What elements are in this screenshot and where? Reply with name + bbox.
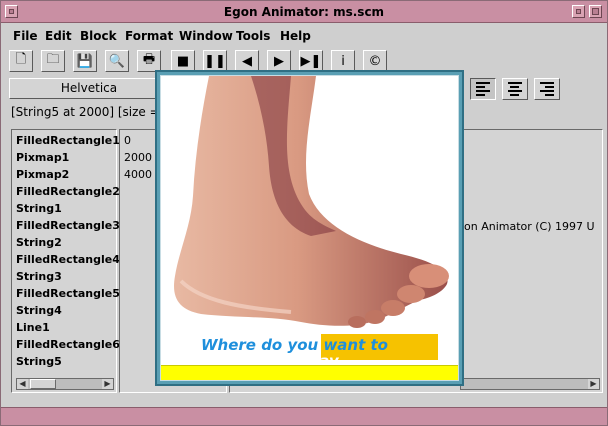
object-list-item[interactable]: String1 bbox=[16, 202, 120, 219]
window-title: Egon Animator: ms.scm bbox=[223, 5, 385, 19]
preview-canvas: Where do you want to today bbox=[160, 75, 459, 381]
align-center-icon[interactable] bbox=[502, 78, 528, 100]
object-list-item[interactable]: String2 bbox=[16, 236, 120, 253]
title-bar[interactable]: Egon Animator: ms.scm bbox=[1, 1, 607, 23]
window-bottom-edge bbox=[3, 395, 605, 407]
open-folder-icon[interactable]: 🗀 bbox=[41, 50, 65, 72]
object-time-list: 0 2000 4000 bbox=[124, 134, 152, 185]
menu-tools[interactable]: Tools bbox=[236, 29, 270, 43]
object-time-item[interactable]: 4000 bbox=[124, 168, 152, 185]
scroll-right-arrow-icon[interactable]: ▶ bbox=[588, 379, 599, 389]
fast-forward-icon[interactable]: ▶❚ bbox=[299, 50, 323, 72]
pause-icon[interactable]: ❚❚ bbox=[203, 50, 227, 72]
new-file-icon[interactable]: 🗋 bbox=[9, 50, 33, 72]
application-window: Egon Animator: ms.scm File Edit Block Fo… bbox=[0, 0, 608, 426]
object-list-item[interactable]: FilledRectangle1 bbox=[16, 134, 120, 151]
preview-zoom-icon[interactable]: 🔍 bbox=[105, 50, 129, 72]
object-list-panel: FilledRectangle1 Pixmap1 Pixmap2 FilledRect… bbox=[11, 129, 120, 393]
align-right-icon[interactable] bbox=[534, 78, 560, 100]
menu-block[interactable]: Block bbox=[80, 29, 117, 43]
object-list-item[interactable]: FilledRectangle2 bbox=[16, 185, 120, 202]
play-icon[interactable]: ▶ bbox=[267, 50, 291, 72]
menu-edit[interactable]: Edit bbox=[45, 29, 72, 43]
object-list-item[interactable]: Pixmap2 bbox=[16, 168, 120, 185]
menu-window[interactable]: Window bbox=[179, 29, 233, 43]
menu-help[interactable]: Help bbox=[280, 29, 311, 43]
scroll-right-arrow-icon[interactable]: ▶ bbox=[102, 379, 113, 389]
font-select-button[interactable]: Helvetica bbox=[9, 78, 169, 99]
info-icon[interactable]: i bbox=[331, 50, 355, 72]
save-icon[interactable]: 💾 bbox=[73, 50, 97, 72]
status-line: [String5 at 2000] [size = 3 bbox=[11, 105, 172, 119]
properties-text: on Animator (C) 1997 U bbox=[464, 220, 595, 233]
minimize-button[interactable] bbox=[572, 5, 585, 18]
preview-yellow-bar bbox=[161, 365, 458, 380]
align-left-icon[interactable] bbox=[470, 78, 496, 100]
object-list-item[interactable]: FilledRectangle5 bbox=[16, 287, 120, 304]
print-icon[interactable]: 🖶 bbox=[137, 50, 161, 72]
maximize-button[interactable] bbox=[589, 5, 602, 18]
object-list-item[interactable]: Line1 bbox=[16, 321, 120, 338]
object-time-item[interactable]: 0 bbox=[124, 134, 152, 151]
copyright-icon[interactable]: © bbox=[363, 50, 387, 72]
preview-window[interactable]: Where do you want to today bbox=[155, 70, 464, 386]
window-resize-border[interactable] bbox=[1, 407, 607, 425]
object-list-item[interactable]: String3 bbox=[16, 270, 120, 287]
object-list-item[interactable]: FilledRectangle4 bbox=[16, 253, 120, 270]
object-list-item[interactable]: String4 bbox=[16, 304, 120, 321]
object-list-item[interactable]: FilledRectangle6 bbox=[16, 338, 120, 355]
rewind-icon[interactable]: ◀ bbox=[235, 50, 259, 72]
object-list-hscrollbar[interactable]: ◀ ▶ bbox=[16, 378, 114, 390]
menu-file[interactable]: File bbox=[13, 29, 38, 43]
scroll-left-arrow-icon[interactable]: ◀ bbox=[17, 379, 28, 389]
object-list-item[interactable]: String5 bbox=[16, 355, 120, 372]
object-name-list: FilledRectangle1 Pixmap1 Pixmap2 FilledRect… bbox=[16, 134, 120, 372]
properties-hscrollbar[interactable]: ▶ bbox=[460, 378, 600, 390]
object-list-item[interactable]: FilledRectangle3 bbox=[16, 219, 120, 236]
menu-format[interactable]: Format bbox=[125, 29, 173, 43]
object-time-item[interactable]: 2000 bbox=[124, 151, 152, 168]
menu-bar: File Edit Block Format Window Tools Help bbox=[3, 25, 605, 47]
stop-icon[interactable]: ■ bbox=[171, 50, 195, 72]
object-list-item[interactable]: Pixmap1 bbox=[16, 151, 120, 168]
scroll-thumb[interactable] bbox=[30, 379, 56, 389]
